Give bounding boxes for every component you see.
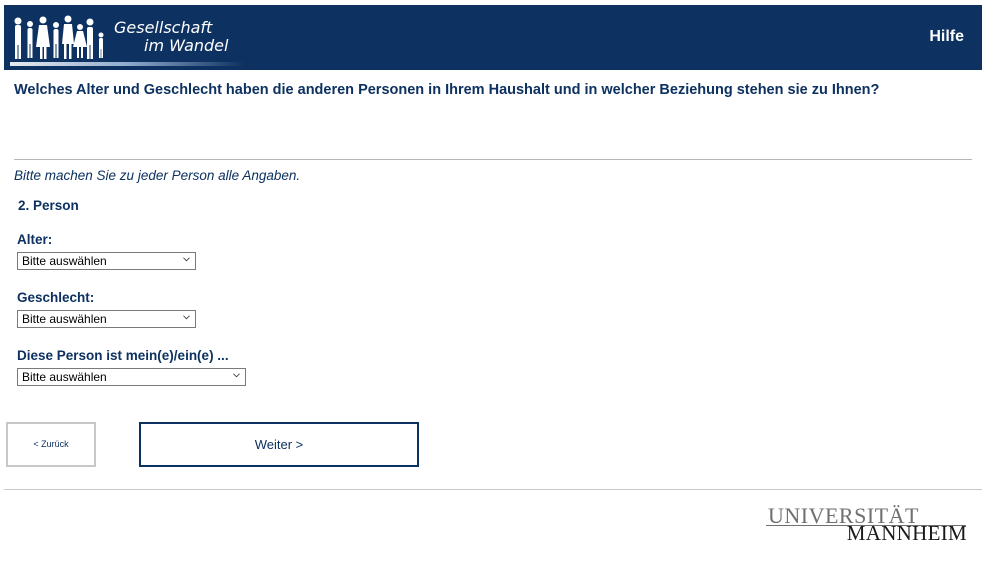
people-silhouettes-icon: [14, 15, 104, 59]
gesellschaft-im-wandel-logo: Gesellschaft im Wandel: [10, 15, 250, 70]
chevron-down-icon: [233, 373, 240, 378]
header-bar: Gesellschaft im Wandel Hilfe: [4, 5, 982, 70]
question-divider: [14, 159, 972, 160]
relation-select-value: Bitte auswählen: [22, 370, 107, 384]
gender-select[interactable]: Bitte auswählen: [17, 310, 196, 328]
back-button[interactable]: < Zurück: [6, 422, 96, 467]
relation-label: Diese Person ist mein(e)/ein(e) ...: [17, 348, 229, 363]
gender-select-value: Bitte auswählen: [22, 312, 107, 326]
logo-line-2: im Wandel: [144, 36, 229, 55]
chevron-down-icon: [183, 257, 190, 262]
logo-text: Gesellschaft im Wandel: [114, 19, 228, 55]
uni-logo-line-2: MANNHEIM: [846, 521, 967, 545]
logo-line-1: Gesellschaft: [114, 18, 213, 37]
next-button[interactable]: Weiter >: [139, 422, 419, 467]
survey-page: Gesellschaft im Wandel Hilfe Welches Alt…: [0, 0, 990, 584]
question-text: Welches Alter und Geschlecht haben die a…: [14, 82, 880, 98]
age-select[interactable]: Bitte auswählen: [17, 252, 196, 270]
logo-swoosh: [10, 62, 245, 66]
age-label: Alter:: [17, 232, 53, 247]
chevron-down-icon: [183, 315, 190, 320]
universitaet-mannheim-logo: UNIVERSITÄT MANNHEIM: [766, 505, 971, 545]
relation-select[interactable]: Bitte auswählen: [17, 368, 246, 386]
footer-divider: [4, 489, 982, 490]
person-title: 2. Person: [18, 198, 79, 213]
instruction-text: Bitte machen Sie zu jeder Person alle An…: [14, 168, 301, 183]
age-select-value: Bitte auswählen: [22, 254, 107, 268]
gender-label: Geschlecht:: [17, 290, 95, 305]
help-link[interactable]: Hilfe: [929, 28, 964, 46]
